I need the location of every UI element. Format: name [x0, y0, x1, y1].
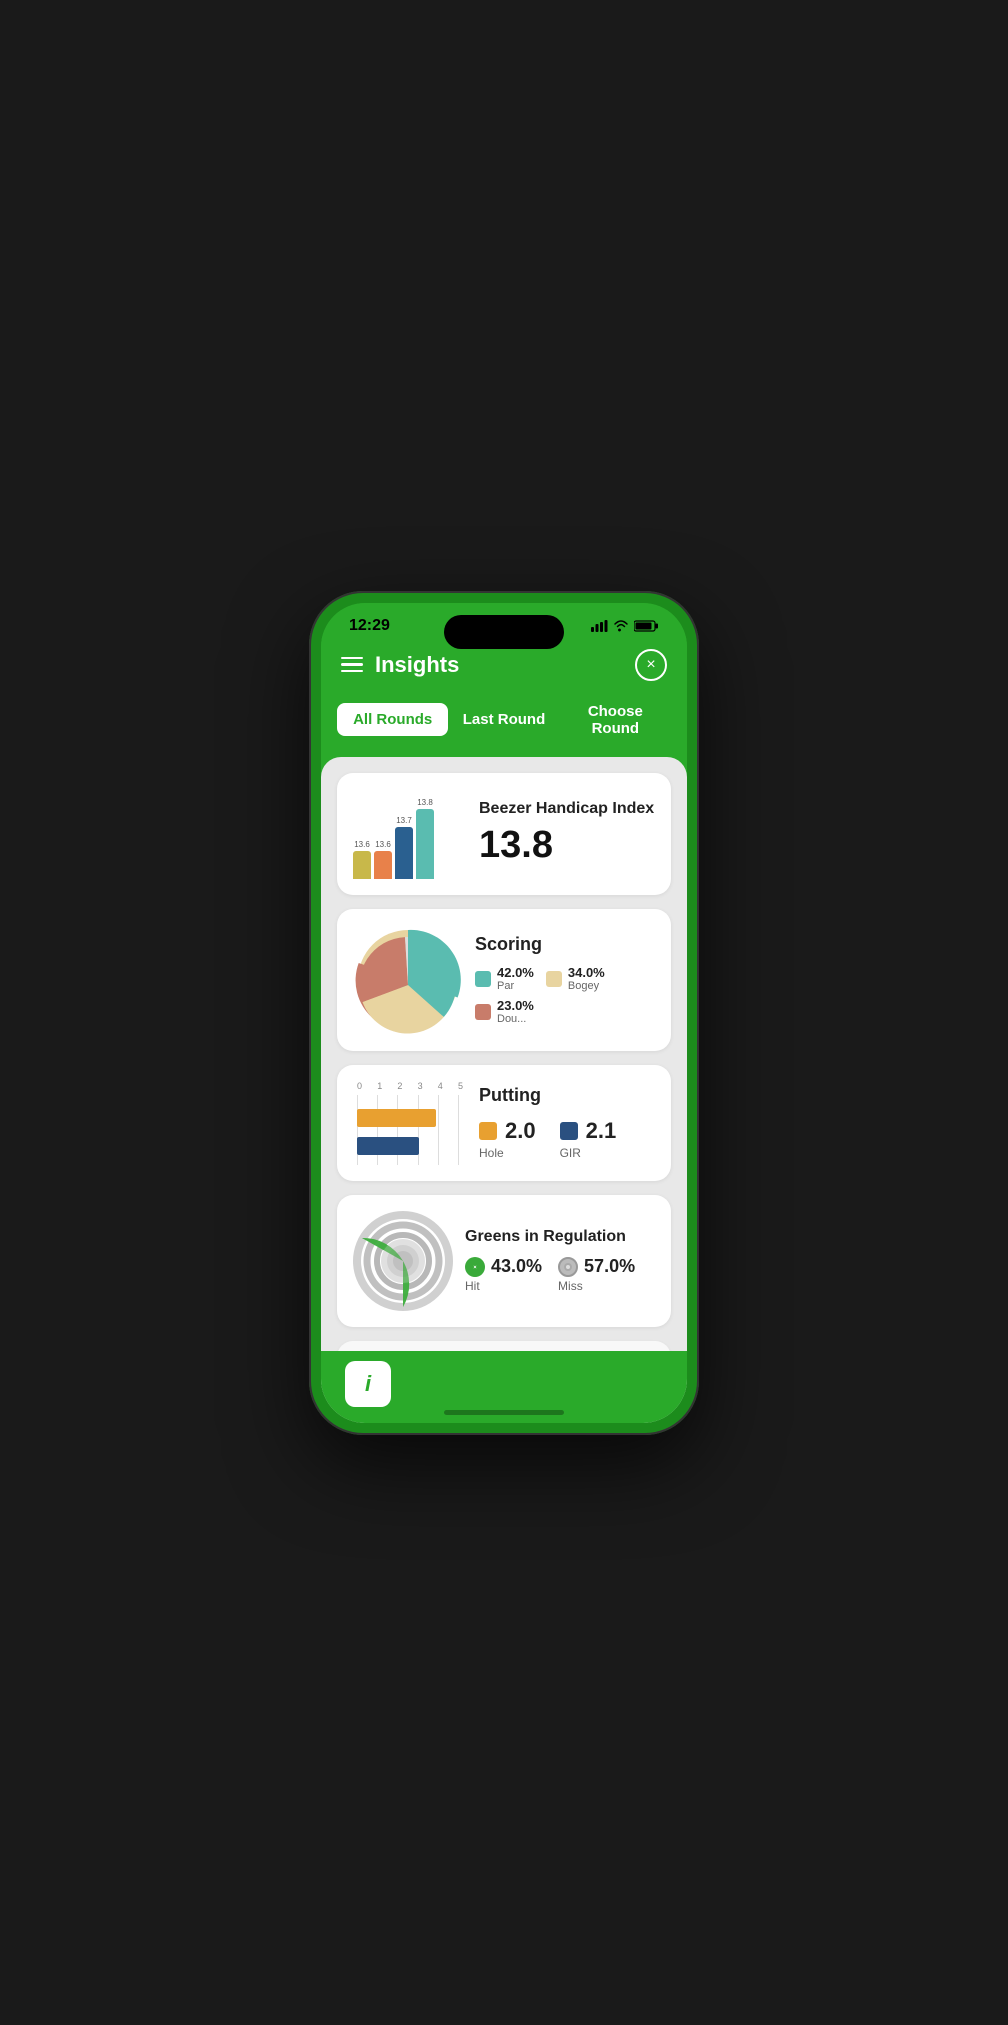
putting-bars: [353, 1095, 463, 1165]
putting-title: Putting: [479, 1085, 655, 1106]
gir-chart: [353, 1211, 453, 1311]
handicap-title: Beezer Handicap Index: [479, 800, 655, 818]
hit-value: 43.0%: [491, 1256, 542, 1277]
gir-title: Greens in Regulation: [465, 1228, 655, 1246]
miss-label: Miss: [558, 1279, 635, 1293]
putting-stats: 2.0 Hole 2.1 GIR: [479, 1118, 655, 1160]
content-area: 13.6 13.6 13.7 13.8: [321, 757, 687, 1423]
hole-label: Hole: [479, 1146, 504, 1160]
double-pct: 23.0%: [497, 998, 534, 1013]
hit-icon: [465, 1257, 485, 1277]
scoring-title: Scoring: [475, 934, 655, 955]
gir-stats: 43.0% Hit 57.0% Miss: [465, 1256, 655, 1293]
hole-swatch: [479, 1122, 497, 1140]
bogey-pct: 34.0%: [568, 965, 605, 980]
tab-all-rounds[interactable]: All Rounds: [337, 703, 448, 736]
axis-3: 3: [418, 1081, 423, 1091]
putting-card: 0 1 2 3 4 5: [337, 1065, 671, 1181]
axis-0: 0: [357, 1081, 362, 1091]
bar-2: [374, 851, 392, 879]
handicap-info: Beezer Handicap Index 13.8: [479, 800, 655, 867]
gir-info: Greens in Regulation 43.0% Hit: [465, 1228, 655, 1293]
bar-label-2: 13.6: [375, 840, 391, 849]
home-indicator: [444, 1410, 564, 1415]
scoring-card: Scoring 42.0% Par 34.0%: [337, 909, 671, 1051]
bar-3: [395, 827, 413, 879]
hole-value: 2.0: [505, 1118, 536, 1144]
par-swatch: [475, 971, 491, 987]
tab-choose-round[interactable]: Choose Round: [560, 695, 671, 745]
dynamic-island: [444, 615, 564, 649]
tabs-bar: All Rounds Last Round Choose Round: [321, 691, 687, 757]
status-time: 12:29: [349, 617, 390, 635]
par-label: Par: [497, 980, 534, 992]
axis-1: 1: [377, 1081, 382, 1091]
bogey-swatch: [546, 971, 562, 987]
page-title: Insights: [375, 652, 459, 678]
par-pct: 42.0%: [497, 965, 534, 980]
info-icon: i: [365, 1371, 371, 1397]
signal-icon: [591, 620, 608, 632]
bar-1: [353, 851, 371, 879]
legend-double: 23.0% Dou...: [475, 998, 534, 1025]
gir-card: Greens in Regulation 43.0% Hit: [337, 1195, 671, 1327]
putting-info: Putting 2.0 Hole 2.1: [479, 1085, 655, 1160]
double-label: Dou...: [497, 1013, 534, 1025]
gir-miss-stat: 57.0% Miss: [558, 1256, 635, 1293]
gir-label: GIR: [560, 1146, 581, 1160]
gir-value: 2.1: [586, 1118, 617, 1144]
scoring-pie-chart: [353, 925, 463, 1035]
handicap-value: 13.8: [479, 824, 655, 867]
menu-button[interactable]: [341, 657, 363, 673]
legend-bogey: 34.0% Bogey: [546, 965, 605, 992]
handicap-bar-chart: 13.6 13.6 13.7 13.8: [353, 789, 463, 879]
handicap-card: 13.6 13.6 13.7 13.8: [337, 773, 671, 895]
miss-icon: [558, 1257, 578, 1277]
bogey-label: Bogey: [568, 980, 605, 992]
axis-4: 4: [438, 1081, 443, 1091]
putting-stat-gir: 2.1 GIR: [560, 1118, 617, 1160]
axis-5: 5: [458, 1081, 463, 1091]
putting-chart-container: 0 1 2 3 4 5: [353, 1081, 463, 1165]
gir-swatch: [560, 1122, 578, 1140]
miss-value: 57.0%: [584, 1256, 635, 1277]
status-icons: [591, 620, 659, 632]
gir-hit-stat: 43.0% Hit: [465, 1256, 542, 1293]
bar-label-3: 13.7: [396, 816, 412, 825]
bar-4: [416, 809, 434, 879]
double-swatch: [475, 1004, 491, 1020]
gir-bar: [357, 1137, 419, 1155]
bar-label-1: 13.6: [354, 840, 370, 849]
wifi-icon: [613, 620, 629, 632]
scoring-legend: 42.0% Par 34.0% Bogey: [475, 965, 655, 1025]
hole-bar: [357, 1109, 436, 1127]
axis-2: 2: [397, 1081, 402, 1091]
info-button[interactable]: i: [345, 1361, 391, 1407]
battery-icon: [634, 620, 659, 632]
scoring-info: Scoring 42.0% Par 34.0%: [475, 934, 655, 1025]
close-button[interactable]: ×: [635, 649, 667, 681]
bottom-bar: i: [321, 1351, 687, 1423]
tab-last-round[interactable]: Last Round: [448, 703, 559, 736]
bar-label-4: 13.8: [417, 798, 433, 807]
putting-stat-hole: 2.0 Hole: [479, 1118, 536, 1160]
legend-par: 42.0% Par: [475, 965, 534, 992]
hit-label: Hit: [465, 1279, 542, 1293]
